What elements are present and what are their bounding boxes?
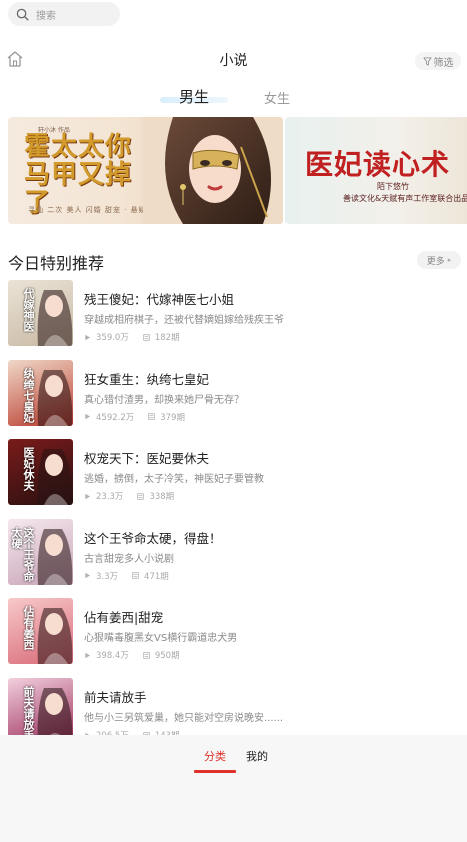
book-cover[interactable]: 纨绔七皇妃 bbox=[8, 359, 73, 426]
cover-title: 医妃休夫 bbox=[22, 447, 35, 492]
book-cover[interactable]: 佔有姜西 bbox=[8, 598, 73, 665]
list-icon bbox=[132, 572, 139, 579]
page-title: 小说 bbox=[219, 53, 248, 69]
book-title[interactable]: 权宠天下：医妃要休夫 bbox=[84, 448, 209, 467]
list-item[interactable]: 医妃休夫 权宠天下：医妃要休夫逃婚，掳倒，太子冷笑，神医妃子要管教 23.3万 338… bbox=[0, 439, 467, 509]
book-cover[interactable]: 医妃休夫 bbox=[8, 439, 73, 506]
book-title[interactable]: 前夫请放手 bbox=[84, 687, 147, 706]
book-meta: 4592.2万 379期 bbox=[84, 411, 185, 423]
play-count: 398.4万 bbox=[96, 651, 129, 662]
banner-author: 陌下悠竹 bbox=[377, 182, 409, 191]
cover-title: 代嫁神医 bbox=[22, 288, 35, 332]
play-count: 23.3万 bbox=[96, 492, 124, 503]
list-item[interactable]: 纨绔七皇妃 狂女重生：纨绔七皇妃真心错付渣男，却换来她尸骨无存？ 4592.2万 37… bbox=[0, 359, 467, 430]
book-meta: 359.0万 182期 bbox=[84, 331, 180, 343]
play-count: 3.3万 bbox=[96, 571, 119, 582]
book-description: 真心错付渣男，却换来她尸骨无存？ bbox=[84, 394, 244, 406]
more-label: 更多 bbox=[426, 256, 445, 267]
book-cover[interactable]: 代嫁神医 bbox=[8, 280, 73, 346]
book-description: 心狠嘴毒腹黑女VS横行霸道忠犬男 bbox=[84, 633, 238, 645]
filter-label: 筛选 bbox=[433, 57, 454, 69]
book-cover[interactable]: 这个王爷命太硬 bbox=[8, 518, 73, 585]
book-description: 他与小三另筑爱巢，她只能对空房说晚安...... bbox=[84, 713, 284, 724]
chapter-info: 379期 bbox=[148, 411, 185, 423]
book-title[interactable]: 残王傻妃：代嫁神医七小姐 bbox=[84, 289, 234, 308]
list-item[interactable]: 代嫁神医 残王傻妃：代嫁神医七小姐穿越成相府棋子，还被代替嫡姐嫁给残疾王爷 359.… bbox=[0, 280, 467, 350]
banner-item[interactable]: 医妃读心术 陌下悠竹 善读文化&天赋有声工作室联合出品 bbox=[285, 117, 467, 224]
play-count: 359.0万 bbox=[96, 333, 129, 343]
play-icon bbox=[85, 493, 91, 499]
search-box[interactable]: 搜索 bbox=[8, 2, 120, 26]
cover-title: 佔有姜西 bbox=[22, 606, 35, 651]
search-placeholder: 搜索 bbox=[36, 10, 56, 22]
chapter-info: 182期 bbox=[143, 331, 180, 343]
banner-carousel[interactable]: 轩小沐 作品 霍太太你马甲又掉了 寻仙 二次 美人 闪婚 甜宠 · 悬疑 更新 bbox=[8, 117, 467, 224]
chapter-count: 379期 bbox=[160, 412, 185, 423]
book-title[interactable]: 佔有姜西|甜宠 bbox=[84, 607, 163, 626]
search-icon bbox=[16, 8, 29, 21]
chapter-count: 471期 bbox=[144, 571, 169, 582]
section-title: 今日特别推荐 bbox=[8, 254, 105, 273]
play-icon bbox=[85, 573, 91, 579]
cover-title: 这个王爷命太硬 bbox=[10, 526, 35, 582]
banner-item[interactable]: 轩小沐 作品 霍太太你马甲又掉了 寻仙 二次 美人 闪婚 甜宠 · 悬疑 更新 bbox=[8, 117, 283, 224]
list-icon bbox=[143, 652, 150, 659]
chapter-count: 338期 bbox=[149, 492, 175, 503]
banner-title: 医妃读心术 bbox=[305, 148, 451, 181]
book-description: 古言甜宠多人小说剧 bbox=[84, 553, 174, 565]
list-item[interactable]: 这个王爷命太硬 这个王爷命太硬，得盘！ 古言甜宠多人小说剧 3.3万 471期 bbox=[0, 518, 467, 589]
more-button[interactable]: 更多 ▸ bbox=[417, 251, 461, 269]
chapter-info: 471期 bbox=[132, 570, 169, 582]
play-count: 4592.2万 bbox=[96, 412, 135, 423]
play-icon bbox=[85, 652, 91, 659]
play-icon bbox=[85, 413, 91, 420]
list-icon bbox=[148, 413, 155, 420]
banner-publisher: 善读文化&天赋有声工作室联合出品 bbox=[343, 194, 467, 203]
book-meta: 3.3万 471期 bbox=[84, 570, 169, 582]
page-header: 小说 筛选 bbox=[0, 40, 467, 80]
tab-female[interactable]: 女生 bbox=[264, 88, 290, 107]
book-meta: 23.3万 338期 bbox=[84, 490, 174, 502]
banner-illustration bbox=[143, 117, 283, 224]
chapter-info: 950期 bbox=[143, 649, 180, 661]
top-bar: 搜索 bbox=[0, 0, 467, 32]
gender-tabs: 男生 女生 bbox=[0, 86, 467, 110]
filter-icon bbox=[422, 56, 432, 66]
tab-mine[interactable]: 我的 bbox=[246, 748, 268, 764]
book-meta: 398.4万 950期 bbox=[84, 649, 180, 661]
chapter-info: 338期 bbox=[137, 490, 174, 502]
tab-category[interactable]: 分类 bbox=[204, 748, 226, 764]
list-icon bbox=[137, 492, 145, 500]
chapter-count: 182期 bbox=[154, 333, 180, 343]
book-title[interactable]: 狂女重生：纨绔七皇妃 bbox=[84, 369, 209, 388]
tab-male[interactable]: 男生 bbox=[179, 86, 209, 107]
list-icon bbox=[143, 333, 150, 341]
tab-selected-indicator bbox=[194, 770, 236, 773]
filter-button[interactable]: 筛选 bbox=[415, 52, 461, 70]
cover-title: 纨绔七皇妃 bbox=[22, 367, 35, 423]
chevron-right-icon: ▸ bbox=[447, 256, 452, 264]
book-title[interactable]: 这个王爷命太硬，得盘！ bbox=[84, 528, 222, 547]
bottom-tab-bar: 分类 我的 bbox=[0, 735, 467, 842]
list-item[interactable]: 佔有姜西 佔有姜西|甜宠心狠嘴毒腹黑女VS横行霸道忠犬男 398.4万 950期 bbox=[0, 598, 467, 668]
book-description: 穿越成相府棋子，还被代替嫡姐嫁给残疾王爷 bbox=[84, 315, 284, 326]
chapter-count: 950期 bbox=[154, 651, 180, 662]
book-description: 逃婚，掳倒，太子冷笑，神医妃子要管教 bbox=[84, 474, 264, 486]
play-icon bbox=[85, 334, 91, 340]
cover-title: 前夫请放手 bbox=[22, 686, 35, 741]
